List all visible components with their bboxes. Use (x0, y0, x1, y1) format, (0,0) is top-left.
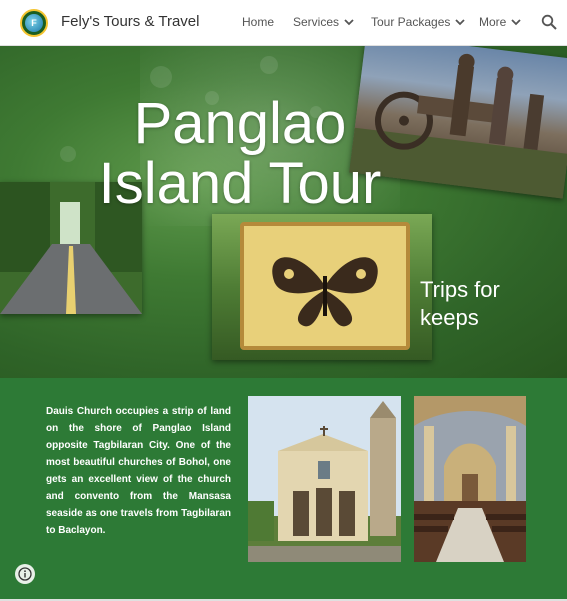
info-icon (18, 567, 32, 581)
church-interior-photo (414, 396, 526, 562)
chevron-down-icon (511, 19, 521, 26)
site-title[interactable]: Fely's Tours & Travel (61, 13, 199, 30)
church-facade-image (248, 396, 401, 562)
bokeh-dot (150, 66, 172, 88)
site-logo[interactable]: F (20, 9, 48, 37)
church-exterior-photo (248, 396, 401, 562)
nav-home[interactable]: Home (242, 15, 274, 29)
logo-icon: F (25, 14, 43, 32)
nav-more-label: More (479, 15, 507, 29)
nav-tour-packages-label: Tour Packages (371, 15, 451, 29)
chevron-down-icon (344, 19, 354, 26)
nav-home-label: Home (242, 15, 275, 29)
conservation-center-sign (240, 222, 410, 350)
chevron-down-icon (455, 19, 466, 26)
nav-services-label: Services (293, 15, 340, 29)
church-section: Dauis Church occupies a strip of land on… (0, 378, 567, 601)
hero-title: Panglao Island Tour (98, 91, 382, 216)
nav-more[interactable]: More (479, 15, 522, 29)
search-icon[interactable] (541, 14, 557, 30)
site-header: F Fely's Tours & Travel Home Services To… (0, 0, 567, 46)
hero-banner: Panglao Island Tour Trips for keeps (0, 46, 567, 378)
butterfly-sign-image (272, 257, 378, 327)
hero-tagline: Trips for keeps (420, 277, 500, 330)
butterfly-center-photo (212, 214, 432, 360)
nav-services[interactable]: Services (293, 15, 355, 29)
church-description: Dauis Church occupies a strip of land on… (46, 406, 231, 536)
bokeh-dot (260, 56, 278, 74)
info-button[interactable] (15, 564, 35, 584)
church-interior-image (414, 396, 526, 562)
nav-tour-packages[interactable]: Tour Packages (371, 15, 466, 29)
